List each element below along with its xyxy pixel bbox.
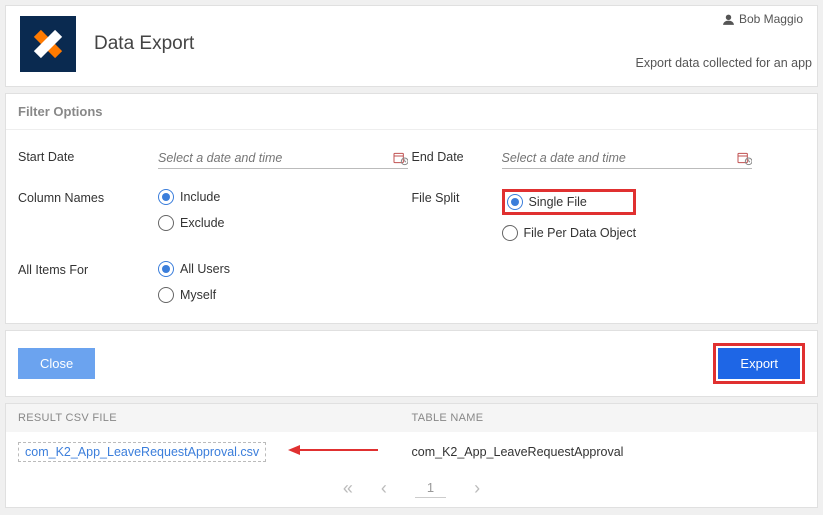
col-header-file: RESULT CSV FILE [18,412,412,424]
radio-label: Myself [180,288,216,302]
page-subtitle: Export data collected for an app [635,56,812,70]
start-date-input[interactable] [158,151,392,165]
file-split-label: File Split [412,189,502,241]
table-name-cell: com_K2_App_LeaveRequestApproval [412,445,806,459]
calendar-icon[interactable] [736,150,752,166]
all-items-group: All Users Myself [158,261,230,303]
highlight-single-file: Single File [502,189,637,215]
results-panel: RESULT CSV FILE TABLE NAME com_K2_App_Le… [5,403,818,508]
page-title: Data Export [94,33,194,55]
radio-icon [158,287,174,303]
radio-icon [502,225,518,241]
radio-myself[interactable]: Myself [158,287,230,303]
radio-include[interactable]: Include [158,189,224,205]
all-items-label: All Items For [18,261,158,303]
pager-first-icon[interactable]: « [343,478,353,499]
user-area[interactable]: Bob Maggio [722,12,803,26]
pager: « ‹ 1 › [6,472,817,507]
radio-all-users[interactable]: All Users [158,261,230,277]
radio-exclude[interactable]: Exclude [158,215,224,231]
column-names-group: Include Exclude [158,189,224,231]
column-names-label: Column Names [18,189,158,231]
col-header-table: TABLE NAME [412,412,806,424]
calendar-icon[interactable] [392,150,408,166]
pager-prev-icon[interactable]: ‹ [381,478,387,499]
radio-label: All Users [180,262,230,276]
radio-icon [158,189,174,205]
filter-header: Filter Options [6,94,817,130]
csv-file-link[interactable]: com_K2_App_LeaveRequestApproval.csv [18,442,266,462]
radio-label: Include [180,190,220,204]
close-button[interactable]: Close [18,348,95,379]
end-date-field[interactable] [502,148,752,169]
radio-label: Exclude [180,216,224,230]
radio-label: File Per Data Object [524,226,637,240]
results-header: RESULT CSV FILE TABLE NAME [6,404,817,432]
header-bar: Bob Maggio Data Export Export data colle… [5,5,818,87]
end-date-input[interactable] [502,151,736,165]
user-name: Bob Maggio [739,12,803,26]
radio-file-per-object[interactable]: File Per Data Object [502,225,637,241]
file-split-group: Single File File Per Data Object [502,189,637,241]
table-row: com_K2_App_LeaveRequestApproval.csv com_… [6,432,817,472]
radio-single-file[interactable]: Single File [507,194,587,210]
radio-label: Single File [529,195,587,209]
radio-icon [507,194,523,210]
action-bar: Close Export [5,330,818,397]
start-date-label: Start Date [18,148,158,169]
arrow-annotation-icon [288,444,378,456]
radio-icon [158,215,174,231]
end-date-label: End Date [412,148,502,169]
start-date-field[interactable] [158,148,408,169]
pager-next-icon[interactable]: › [474,478,480,499]
user-icon [722,13,735,26]
app-logo [20,16,76,72]
export-button[interactable]: Export [718,348,800,379]
radio-icon [158,261,174,277]
pager-page[interactable]: 1 [415,480,446,498]
highlight-export: Export [713,343,805,384]
filter-panel: Filter Options Start Date End Date Colum… [5,93,818,324]
